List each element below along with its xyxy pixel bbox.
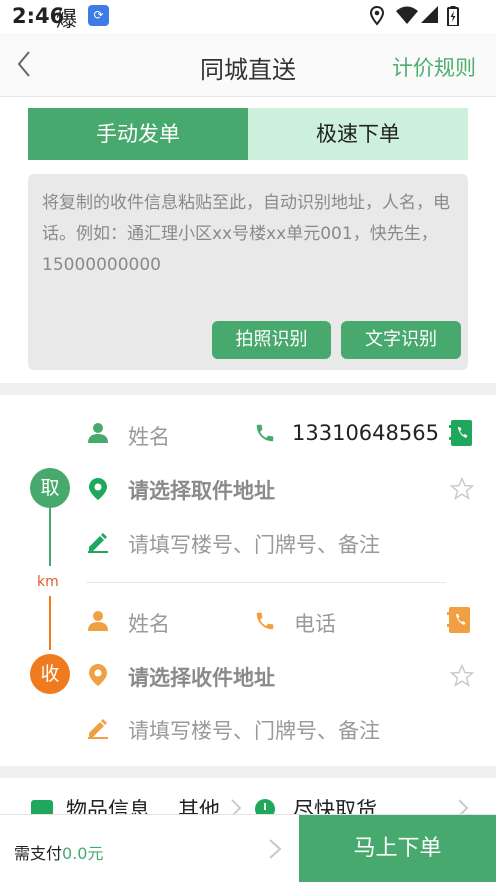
chevron-right-icon[interactable] [268, 838, 282, 860]
location-pin-icon [89, 478, 107, 500]
location-icon [370, 6, 384, 26]
navbar: 同城直送 计价规则 [0, 33, 496, 97]
signal-icon [421, 6, 438, 23]
row-divider [86, 582, 446, 583]
bottom-bar: 需支付0.0元 马上下单 [0, 814, 496, 882]
receive-badge: 收 [30, 654, 70, 694]
contact-book-icon[interactable] [449, 419, 474, 447]
pay-amount: 0.0元 [62, 844, 104, 863]
order-mode-tabs: 手动发单 极速下单 [28, 108, 468, 160]
battery-icon [447, 6, 459, 26]
receive-detail-input[interactable]: 请填写楼号、门牌号、备注 [128, 715, 380, 745]
payment-summary[interactable]: 需支付0.0元 [14, 840, 103, 864]
truck-icon [31, 800, 53, 814]
person-icon [88, 423, 108, 443]
paste-address-box[interactable]: 将复制的收件信息粘贴至此，自动识别地址，人名，电话。例如：通汇理小区xx号楼xx… [28, 174, 468, 370]
goods-label: 物品信息 [66, 798, 150, 814]
status-app-glyph: 爆 [56, 7, 77, 31]
status-bar: 2:46 爆 ⟳ [0, 0, 496, 33]
contact-book-icon[interactable] [447, 606, 472, 634]
app-notification-icon: ⟳ [88, 5, 109, 26]
goods-value: 其他 [178, 798, 220, 814]
pickup-badge: 取 [30, 468, 70, 508]
section-divider [0, 766, 496, 778]
pickup-time-value: 尽快取货 [293, 798, 377, 814]
submit-order-button[interactable]: 马上下单 [299, 815, 496, 882]
receive-phone-input[interactable]: 电话 [294, 608, 336, 638]
route-line-top [49, 508, 51, 566]
favorite-star-icon[interactable] [450, 477, 474, 500]
receive-address-select[interactable]: 请选择收件地址 [128, 662, 275, 692]
clock-icon [255, 799, 275, 814]
pickup-address-select[interactable]: 请选择取件地址 [128, 475, 275, 505]
paste-placeholder: 将复制的收件信息粘贴至此，自动识别地址，人名，电话。例如：通汇理小区xx号楼xx… [42, 193, 450, 275]
phone-icon [256, 612, 274, 630]
tab-manual-order[interactable]: 手动发单 [28, 108, 248, 160]
pricing-rules-link[interactable]: 计价规则 [392, 52, 476, 82]
receive-name-input[interactable]: 姓名 [128, 608, 170, 638]
phone-icon [256, 424, 274, 442]
text-recognize-button[interactable]: 文字识别 [341, 321, 461, 359]
person-icon [88, 611, 108, 631]
distance-unit: km [37, 574, 59, 590]
chevron-right-icon [458, 799, 469, 814]
photo-recognize-button[interactable]: 拍照识别 [212, 321, 331, 359]
tab-express-order[interactable]: 极速下单 [248, 108, 468, 160]
pickup-detail-input[interactable]: 请填写楼号、门牌号、备注 [128, 529, 380, 559]
edit-icon [88, 533, 108, 553]
chevron-right-icon [231, 799, 242, 814]
section-divider [0, 383, 496, 395]
goods-info-row[interactable]: 物品信息 其他 尽快取货 [0, 780, 496, 814]
pickup-phone-field[interactable]: 13310648565 [292, 421, 439, 445]
pay-label: 需支付 [14, 844, 63, 863]
wifi-icon [396, 6, 418, 24]
route-line-bottom [49, 596, 51, 650]
location-pin-icon [89, 664, 107, 686]
pickup-name-input[interactable]: 姓名 [128, 421, 170, 451]
favorite-star-icon[interactable] [450, 664, 474, 687]
edit-icon [88, 719, 108, 739]
